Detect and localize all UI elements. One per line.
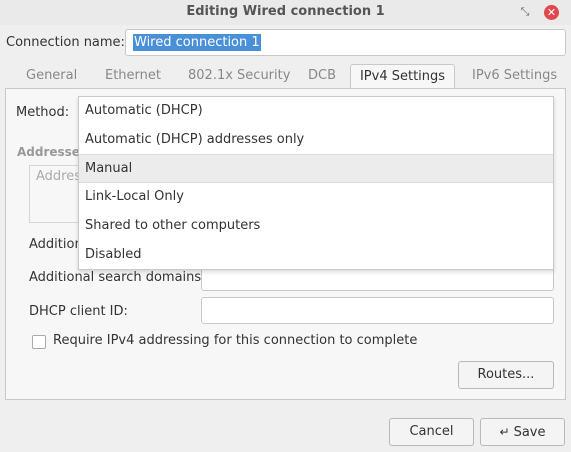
tab-ipv4-settings[interactable]: IPv4 Settings — [350, 64, 455, 89]
title-bar[interactable]: Editing Wired connection 1 ⤡ ✕ — [0, 0, 571, 25]
window-title: Editing Wired connection 1 — [186, 4, 385, 19]
connection-name-value: Wired connection 1 — [133, 34, 261, 51]
method-dropdown-menu: Automatic (DHCP) Automatic (DHCP) addres… — [78, 96, 554, 270]
tab-802-1x-security[interactable]: 802.1x Security — [188, 68, 290, 83]
routes-button[interactable]: Routes... — [458, 361, 554, 389]
addresses-placeholder: Addres — [36, 169, 81, 184]
require-ipv4-label[interactable]: Require IPv4 addressing for this connect… — [53, 333, 417, 348]
connection-name-input[interactable]: Wired connection 1 — [125, 29, 566, 56]
restore-icon[interactable]: ⤡ — [517, 4, 533, 20]
additional-dns-label: Addition — [29, 237, 83, 252]
method-option-manual[interactable]: Manual — [79, 154, 553, 183]
save-button[interactable]: ↵ Save — [480, 418, 565, 446]
save-button-label: Save — [513, 425, 546, 440]
tab-bar: General Ethernet 802.1x Security DCB IPv… — [0, 64, 571, 89]
method-label: Method: — [16, 105, 70, 120]
tab-ipv6-settings[interactable]: IPv6 Settings — [472, 68, 557, 83]
dhcp-client-id-label: DHCP client ID: — [29, 304, 128, 319]
tab-general[interactable]: General — [26, 68, 77, 83]
require-ipv4-checkbox[interactable] — [32, 335, 46, 349]
tab-dcb[interactable]: DCB — [308, 68, 336, 83]
method-option-link-local-only[interactable]: Link-Local Only — [79, 183, 553, 212]
save-icon: ↵ — [499, 425, 510, 439]
dhcp-client-id-input[interactable] — [201, 297, 554, 324]
method-option-shared-to-other-computers[interactable]: Shared to other computers — [79, 212, 553, 241]
tab-ethernet[interactable]: Ethernet — [105, 68, 161, 83]
close-icon[interactable]: ✕ — [544, 5, 559, 20]
method-option-disabled[interactable]: Disabled — [79, 241, 553, 270]
method-option-automatic-dhcp-addresses-only[interactable]: Automatic (DHCP) addresses only — [79, 126, 553, 155]
method-option-automatic-dhcp[interactable]: Automatic (DHCP) — [79, 97, 553, 126]
addresses-label: Addresses — [17, 145, 88, 159]
edit-connection-window: Editing Wired connection 1 ⤡ ✕ Connectio… — [0, 0, 571, 452]
cancel-button[interactable]: Cancel — [389, 418, 474, 446]
search-domains-label: Additional search domains: — [29, 270, 206, 285]
connection-name-label: Connection name: — [6, 35, 125, 50]
